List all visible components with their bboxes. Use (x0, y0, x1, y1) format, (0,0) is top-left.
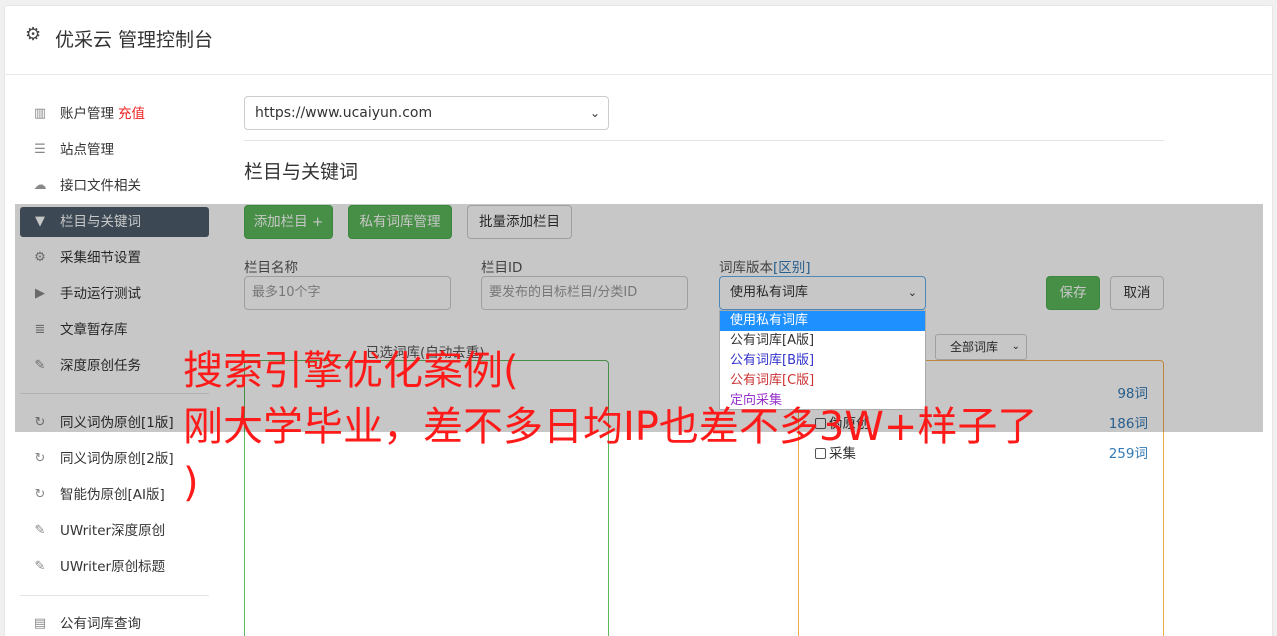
site-select-value: https://www.ucaiyun.com (255, 105, 433, 121)
app-title: 优采云 管理控制台 (55, 29, 214, 51)
sidebar-item-label: 账户管理 (60, 106, 114, 122)
divider (244, 140, 1164, 141)
sidebar-item-public-lib[interactable]: ▤ 公有词库查询 (20, 609, 209, 636)
version-option[interactable]: 使用私有词库 (720, 311, 925, 331)
cloud-upload-icon: ☁ (33, 178, 47, 193)
refresh-icon: ↻ (34, 487, 46, 502)
sidebar-item-synonym-v2[interactable]: ↻ 同义词伪原创[2版] (20, 444, 209, 474)
section-title: 栏目与关键词 (244, 161, 359, 183)
sidebar-item-uwriter-deep[interactable]: ✎ UWriter深度原创 (20, 516, 209, 546)
sidebar-item-label: 公有词库查询 (60, 616, 141, 632)
sidebar-item-label: UWriter原创标题 (60, 559, 166, 575)
edit-icon: ✎ (34, 523, 46, 538)
sidebar-item-uwriter-title[interactable]: ✎ UWriter原创标题 (20, 552, 209, 582)
recharge-link[interactable]: 充值 (118, 106, 145, 122)
edit-icon: ✎ (34, 559, 46, 574)
sidebar-item-sites[interactable]: ☰ 站点管理 (20, 135, 209, 165)
sidebar-item-label: 智能伪原创[AI版] (60, 487, 165, 503)
server-icon: ☰ (34, 142, 46, 157)
card-header: ⚙ 优采云 管理控制台 (5, 6, 1272, 75)
sidebar-divider (20, 595, 209, 596)
ad-overlay-text: 搜索引擎优化案例( 刚大学毕业，差不多日均IP也差不多3W+样子了 ) (183, 348, 1038, 506)
sidebar-item-label: 同义词伪原创[2版] (60, 451, 174, 467)
bar-chart-icon: ▥ (33, 106, 47, 121)
refresh-icon: ↻ (34, 451, 46, 466)
gear-icon: ⚙ (25, 24, 42, 45)
sidebar-item-label: UWriter深度原创 (60, 523, 166, 539)
sidebar-item-interface[interactable]: ☁ 接口文件相关 (20, 171, 209, 201)
sidebar-item-ai-rewrite[interactable]: ↻ 智能伪原创[AI版] (20, 480, 209, 510)
book-icon: ▤ (33, 616, 47, 631)
sidebar-item-account[interactable]: ▥ 账户管理 充值 (20, 99, 209, 129)
sidebar-item-label: 站点管理 (60, 142, 114, 158)
sidebar-item-label: 接口文件相关 (60, 178, 141, 194)
site-select[interactable]: https://www.ucaiyun.com ⌄ (244, 96, 609, 130)
chevron-down-icon: ⌄ (589, 106, 600, 120)
